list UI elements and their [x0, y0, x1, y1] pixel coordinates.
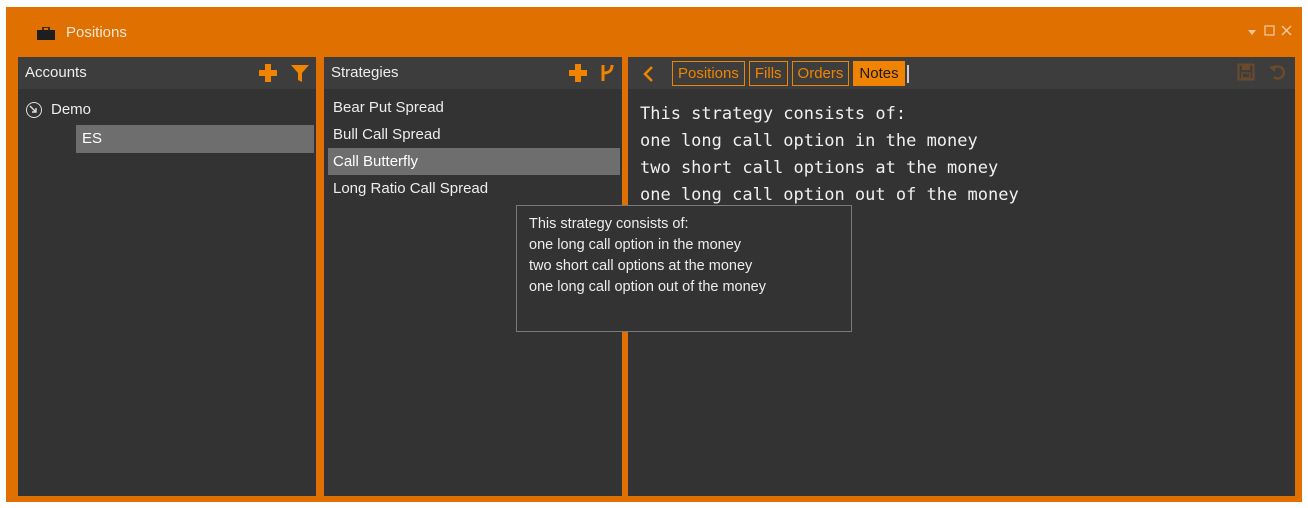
tooltip-line: two short call options at the money	[529, 258, 753, 274]
details-header: Positions Fills Orders Notes	[628, 57, 1295, 89]
strategy-item-bull-call-spread[interactable]: Bull Call Spread	[328, 121, 620, 148]
save-icon[interactable]	[1237, 63, 1255, 81]
tab-positions[interactable]: Positions	[672, 61, 745, 86]
window-controls	[1246, 24, 1292, 39]
tab-fills[interactable]: Fills	[748, 61, 788, 86]
add-account-icon[interactable]	[258, 63, 278, 83]
strategies-title: Strategies	[331, 64, 399, 81]
strategy-item-bear-put-spread[interactable]: Bear Put Spread	[328, 94, 620, 121]
tab-notes[interactable]: Notes	[853, 61, 905, 86]
undo-icon[interactable]	[1269, 63, 1287, 81]
maximize-icon[interactable]	[1263, 24, 1275, 39]
detail-tabs: Positions Fills Orders Notes	[672, 61, 909, 86]
circle-arrow-icon[interactable]	[26, 102, 42, 118]
tree-item-es[interactable]: ES	[76, 125, 314, 153]
add-strategy-icon[interactable]	[568, 63, 588, 83]
chevron-left-icon[interactable]	[642, 65, 654, 83]
tab-orders[interactable]: Orders	[791, 61, 850, 86]
briefcase-icon	[37, 27, 55, 40]
notes-line: one long call option in the money	[640, 131, 978, 151]
strategy-tooltip: This strategy consists of: one long call…	[516, 205, 852, 332]
title-bar[interactable]: Positions	[6, 7, 1302, 57]
notes-line: This strategy consists of:	[640, 104, 907, 124]
strategy-list: Bear Put Spread Bull Call Spread Call Bu…	[328, 94, 620, 202]
filter-icon[interactable]	[290, 63, 310, 83]
branch-icon[interactable]	[600, 63, 616, 83]
strategy-item-long-ratio-call-spread[interactable]: Long Ratio Call Spread	[328, 175, 620, 202]
tooltip-line: one long call option in the money	[529, 237, 742, 253]
accounts-title: Accounts	[25, 64, 87, 81]
dropdown-icon[interactable]	[1246, 24, 1258, 39]
strategy-item-call-butterfly[interactable]: Call Butterfly	[328, 148, 620, 175]
strategies-header: Strategies	[324, 57, 622, 89]
tooltip-line: This strategy consists of:	[529, 216, 689, 232]
notes-editor[interactable]: This strategy consists of: one long call …	[640, 101, 1019, 209]
accounts-header: Accounts	[18, 57, 316, 89]
tree-item-demo[interactable]: Demo	[51, 101, 91, 118]
close-icon[interactable]	[1280, 24, 1292, 39]
text-caret	[906, 65, 909, 83]
tree-item-es-label: ES	[82, 130, 103, 147]
accounts-panel: Accounts Demo ES	[18, 57, 316, 496]
notes-line: two short call options at the money	[640, 158, 999, 178]
tooltip-line: one long call option out of the money	[529, 279, 766, 295]
window-title: Positions	[66, 24, 127, 41]
